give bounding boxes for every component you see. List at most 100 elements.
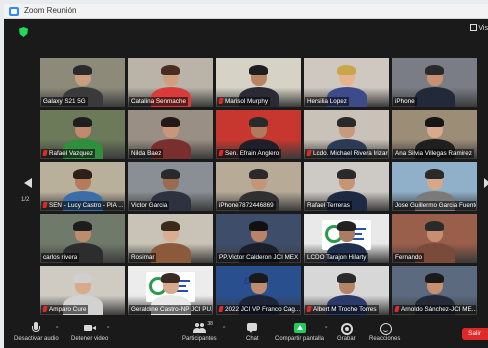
mute-audio-button[interactable]: Desactivar audio xyxy=(14,322,59,342)
participant-tile[interactable]: Lcdo. Michael Rivera Irizarry xyxy=(304,110,389,159)
chat-button[interactable]: Chat xyxy=(246,322,259,342)
participant-name: SEN - Lucy Castro - PIA ... xyxy=(49,202,124,209)
participant-name-label: Victor Garcia xyxy=(129,201,170,210)
stop-video-label: Detener video xyxy=(71,336,109,342)
participant-name: 2022 JCI VP Franco Cag... xyxy=(225,306,300,313)
participant-name: Lcdo. Michael Rivera Irizarry xyxy=(313,150,388,157)
participant-name: carlos rivera xyxy=(43,254,78,261)
participant-name: PP.Victor Calderon JCI MEX xyxy=(219,254,299,261)
mute-audio-label: Desactivar audio xyxy=(14,336,59,342)
share-screen-icon xyxy=(293,322,306,334)
participant-tile[interactable]: Sen. Efrain Anglero xyxy=(216,110,301,159)
participant-name: Jose Guillermo Garcia Fuentes xyxy=(395,202,476,209)
participant-name: Ana Silvia Villegas Ramirez xyxy=(395,150,472,157)
participants-icon: 38 xyxy=(193,321,213,334)
share-screen-button[interactable]: Compartir pantalla xyxy=(275,322,324,342)
participant-tile[interactable]: Geraldine Castro-NP JCI PU... xyxy=(128,266,213,315)
share-options-caret-icon[interactable]: ^ xyxy=(325,326,327,332)
muted-mic-icon xyxy=(42,306,48,312)
chat-label: Chat xyxy=(246,336,259,342)
participant-tile[interactable]: Albert M Troche Torres xyxy=(304,266,389,315)
previous-page-arrow-icon[interactable] xyxy=(24,178,32,188)
participant-name-label: Albert M Troche Torres xyxy=(305,305,379,314)
participant-name: Albert M Troche Torres xyxy=(313,306,377,313)
muted-mic-icon xyxy=(42,202,48,208)
leave-meeting-button[interactable]: Salir xyxy=(462,328,488,340)
participant-name-label: Amparo Cure xyxy=(41,305,89,314)
participant-tile[interactable]: iPhone xyxy=(392,58,477,107)
participant-hair xyxy=(73,221,92,231)
muted-mic-icon xyxy=(394,306,400,312)
view-button[interactable]: Vis xyxy=(470,24,488,32)
participant-hair xyxy=(425,117,444,127)
stop-video-button[interactable]: Detener video xyxy=(71,322,108,342)
participant-tile[interactable]: Arnoldo Sánchez-JCI ME... xyxy=(392,266,477,315)
participant-name-label: carlos rivera xyxy=(41,253,80,262)
participant-name-label: Marisol Murphy xyxy=(217,97,271,106)
participant-tile[interactable]: Jose Guillermo Garcia Fuentes xyxy=(392,162,477,211)
participant-name-label: Nilda Baez xyxy=(129,149,164,158)
participant-name-label: LCDO Tarajon Hilarty xyxy=(305,253,369,262)
participant-name-label: Rosimar xyxy=(129,253,157,262)
view-label: Vis xyxy=(478,25,488,32)
participant-hair xyxy=(249,117,268,127)
chat-icon xyxy=(246,322,258,334)
participant-tile[interactable]: iPhone7872446869 xyxy=(216,162,301,211)
participant-hair xyxy=(425,221,444,231)
participant-tile[interactable]: Rafael Vazquez xyxy=(40,110,125,159)
zoom-logo-icon xyxy=(9,7,19,16)
participant-tile[interactable]: Nilda Baez xyxy=(128,110,213,159)
participant-name: Rosimar xyxy=(131,254,155,261)
meeting-toolbar: Desactivar audio ^ Detener video ^ 38 Pa… xyxy=(4,318,488,348)
participant-hair xyxy=(249,65,268,75)
participant-name-label: Arnoldo Sánchez-JCI ME... xyxy=(393,305,476,314)
record-button[interactable]: Grabar xyxy=(337,322,356,342)
participant-name-label: Geraldine Castro-NP JCI PU... xyxy=(129,305,212,314)
video-options-caret-icon[interactable]: ^ xyxy=(107,326,109,332)
participant-tile[interactable]: carlos rivera xyxy=(40,214,125,263)
participant-hair xyxy=(249,273,268,283)
participants-options-caret-icon[interactable]: ^ xyxy=(223,326,225,332)
muted-mic-icon xyxy=(218,150,224,156)
participant-tile[interactable]: Fernando xyxy=(392,214,477,263)
participant-tile[interactable]: PP.Victor Calderon JCI MEX xyxy=(216,214,301,263)
participant-tile[interactable]: Amparo Cure xyxy=(40,266,125,315)
participants-button[interactable]: 38 Participantes xyxy=(182,321,217,342)
participant-name: Geraldine Castro-NP JCI PU... xyxy=(131,306,212,313)
participant-hair xyxy=(161,65,180,75)
reactions-icon xyxy=(379,322,392,335)
participant-tile[interactable]: Rosimar xyxy=(128,214,213,263)
participant-name: Marisol Murphy xyxy=(225,98,269,105)
participant-name: Rafael Terreras xyxy=(307,202,350,209)
participant-tile[interactable]: LCDO Tarajon Hilarty xyxy=(304,214,389,263)
audio-options-caret-icon[interactable]: ^ xyxy=(56,326,58,332)
participant-hair xyxy=(73,169,92,179)
participant-tile[interactable]: Victor Garcia xyxy=(128,162,213,211)
participants-count: 38 xyxy=(207,321,213,327)
participant-tile[interactable]: Galaxy S21 5G xyxy=(40,58,125,107)
participant-name-label: Lcdo. Michael Rivera Irizarry xyxy=(305,149,388,158)
participant-hair xyxy=(425,65,444,75)
participant-name: Amparo Cure xyxy=(49,306,87,313)
participant-tile[interactable]: Marisol Murphy xyxy=(216,58,301,107)
security-shield-icon[interactable] xyxy=(19,27,28,37)
participant-hair xyxy=(337,273,356,283)
participant-name: iPhone7872446869 xyxy=(219,202,274,209)
reactions-button[interactable]: Reacciones xyxy=(369,322,400,342)
muted-mic-icon xyxy=(218,306,224,312)
participant-name-label: Catalina Senmache xyxy=(129,97,188,106)
participant-tile[interactable]: Hersilia Lopez xyxy=(304,58,389,107)
participant-hair xyxy=(249,169,268,179)
muted-mic-icon xyxy=(218,98,224,104)
participant-tile[interactable]: DUR2022 JCI VP Franco Cag... xyxy=(216,266,301,315)
participant-name-label: Ana Silvia Villegas Ramirez xyxy=(393,149,474,158)
share-screen-label: Compartir pantalla xyxy=(275,336,325,342)
participant-name-label: Hersilia Lopez xyxy=(305,97,349,106)
participant-tile[interactable]: Catalina Senmache xyxy=(128,58,213,107)
participant-name-label: Galaxy S21 5G xyxy=(41,97,88,106)
participant-tile[interactable]: SEN - Lucy Castro - PIA ... xyxy=(40,162,125,211)
participant-tile[interactable]: Rafael Terreras xyxy=(304,162,389,211)
participant-body xyxy=(150,243,191,263)
participant-tile[interactable]: Ana Silvia Villegas Ramirez xyxy=(392,110,477,159)
title-bar: Zoom Reunión xyxy=(4,4,488,19)
